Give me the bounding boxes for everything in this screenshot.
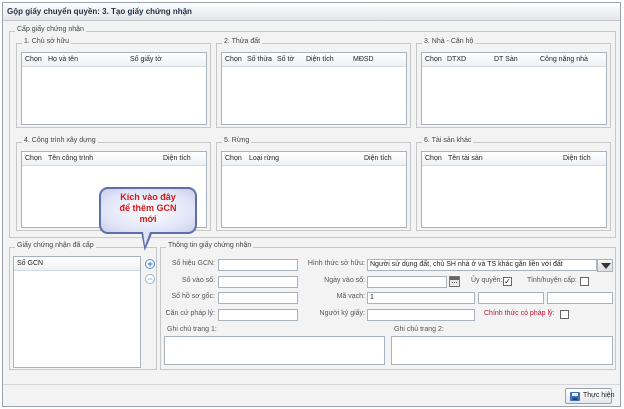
ghi-chu-1-textarea[interactable] — [164, 336, 385, 365]
ma-vach-input-2[interactable] — [478, 292, 544, 304]
col-chon[interactable]: Chọn — [25, 56, 42, 63]
so-vao-so-input[interactable] — [218, 276, 298, 288]
tinh-huyen-checkbox[interactable] — [580, 277, 589, 286]
col-dien-tich[interactable]: Diện tích — [563, 155, 591, 162]
grid-header: Chọn Số thửa Số tờ Diện tích MĐSD — [222, 53, 406, 67]
ma-vach-label: Mã vạch: — [336, 293, 365, 300]
callout-line-3: mới — [139, 214, 157, 224]
col-so-giay-to[interactable]: Số giấy tờ — [130, 56, 162, 63]
nha-can-ho-legend: 3. Nhà - Căn hộ — [422, 38, 476, 45]
callout-bubble: Kích vào đây để thêm GCN mới — [99, 187, 197, 234]
can-cu-input[interactable] — [218, 309, 298, 321]
rung-fieldset: 5. Rừng Chọn Loại rừng Diện tích — [216, 137, 411, 231]
calendar-icon[interactable] — [449, 276, 460, 287]
uy-quyen-checkbox[interactable]: ✓ — [503, 277, 512, 286]
tinh-huyen-label: Tỉnh/huyện cấp: — [527, 277, 577, 284]
chevron-down-icon[interactable] — [597, 259, 613, 272]
chu-so-huu-grid[interactable]: Chọn Họ và tên Số giấy tờ — [21, 52, 207, 125]
tai-san-khac-legend: 6. Tài sản khác — [422, 137, 474, 144]
uy-quyen-label: Ủy quyền: — [471, 277, 503, 284]
nguoi-ky-input[interactable] — [367, 309, 475, 321]
col-chon[interactable]: Chọn — [225, 56, 242, 63]
col-ho-va-ten[interactable]: Họ và tên — [48, 56, 78, 63]
ghi-chu-2-textarea[interactable] — [391, 336, 613, 365]
col-so-thua[interactable]: Số thửa — [247, 56, 272, 63]
thua-dat-legend: 2. Thửa đất — [222, 38, 263, 45]
col-chon[interactable]: Chọn — [425, 56, 442, 63]
hinh-thuc-select[interactable]: Người sử dụng đất, chủ SH nhà ở và TS kh… — [367, 259, 597, 271]
ngay-vao-so-label: Ngày vào sổ: — [324, 277, 365, 284]
thua-dat-fieldset: 2. Thửa đất Chọn Số thửa Số tờ Diện tích… — [216, 38, 411, 128]
chinh-thuc-label: Chính thức có pháp lý: — [484, 310, 555, 317]
thuc-hien-button[interactable]: Thực hiện — [565, 388, 615, 404]
nha-can-ho-grid[interactable]: Chọn DTXD DT Sàn Công năng nhà — [421, 52, 607, 125]
tai-san-khac-grid[interactable]: Chọn Tên tài sản Diện tích — [421, 151, 607, 228]
remove-gcn-icon[interactable]: − — [145, 274, 155, 284]
col-chon[interactable]: Chọn — [225, 155, 242, 162]
gcn-da-cap-legend: Giấy chứng nhận đã cấp — [15, 242, 96, 249]
gcn-da-cap-fieldset: Giấy chứng nhận đã cấp Số GCN + − — [9, 242, 157, 370]
so-ho-so-goc-label: Số hồ sơ gốc: — [171, 293, 215, 300]
add-gcn-icon[interactable]: + — [145, 259, 155, 269]
col-mdsd[interactable]: MĐSD — [353, 56, 374, 63]
so-vao-so-label: Số vào sổ: — [181, 277, 215, 284]
grid-header: Chọn Tên tài sản Diện tích — [422, 152, 606, 166]
so-hieu-label: Số hiệu GCN: — [171, 260, 215, 267]
cap-giay-legend: Cấp giấy chứng nhận — [15, 26, 86, 33]
nguoi-ky-label: Người ký giấy: — [319, 310, 365, 317]
so-ho-so-goc-input[interactable] — [218, 292, 298, 304]
hinh-thuc-label: Hình thức sở hữu: — [307, 260, 365, 267]
ma-vach-input[interactable]: 1 — [367, 292, 475, 304]
col-dien-tich[interactable]: Diện tích — [306, 56, 334, 63]
chu-so-huu-fieldset: 1. Chủ sở hữu Chọn Họ và tên Số giấy tờ — [16, 38, 211, 128]
tai-san-khac-fieldset: 6. Tài sản khác Chọn Tên tài sản Diện tí… — [416, 137, 611, 231]
ma-vach-input-3[interactable] — [547, 292, 613, 304]
thua-dat-grid[interactable]: Chọn Số thửa Số tờ Diện tích MĐSD — [221, 52, 407, 125]
cong-trinh-legend: 4. Công trình xây dựng — [22, 137, 98, 144]
col-chon[interactable]: Chọn — [425, 155, 442, 162]
grid-header: Chọn Tên công trình Diện tích — [22, 152, 206, 166]
window-title: Gộp giấy chuyển quyền: 3. Tạo giấy chứng… — [3, 3, 620, 21]
thuc-hien-label: Thực hiện — [583, 392, 615, 399]
col-dien-tich[interactable]: Diện tích — [163, 155, 191, 162]
col-so-to[interactable]: Số tờ — [277, 56, 294, 63]
can-cu-label: Căn cứ pháp lý: — [165, 310, 215, 317]
ngay-vao-so-input[interactable] — [367, 276, 447, 288]
grid-header: Số GCN — [14, 257, 140, 271]
col-chon[interactable]: Chọn — [25, 155, 42, 162]
nha-can-ho-fieldset: 3. Nhà - Căn hộ Chọn DTXD DT Sàn Công nă… — [416, 38, 611, 128]
rung-grid[interactable]: Chọn Loại rừng Diện tích — [221, 151, 407, 228]
col-ten-cong-trinh[interactable]: Tên công trình — [48, 155, 93, 162]
col-loai-rung[interactable]: Loại rừng — [249, 155, 279, 162]
rung-legend: 5. Rừng — [222, 137, 252, 144]
col-dien-tich[interactable]: Diện tích — [364, 155, 392, 162]
col-dt-san[interactable]: DT Sàn — [494, 56, 518, 63]
callout-line-2: để thêm GCN — [119, 203, 177, 213]
col-so-gcn[interactable]: Số GCN — [17, 260, 43, 267]
thong-tin-legend: Thông tin giấy chứng nhận — [166, 242, 254, 249]
chu-so-huu-legend: 1. Chủ sở hữu — [22, 38, 72, 45]
gcn-list[interactable]: Số GCN — [13, 256, 141, 368]
footer-divider — [3, 384, 620, 385]
grid-header: Chọn Họ và tên Số giấy tờ — [22, 53, 206, 67]
col-ten-tai-san[interactable]: Tên tài sản — [448, 155, 483, 162]
grid-header: Chọn DTXD DT Sàn Công năng nhà — [422, 53, 606, 67]
ghi-chu-2-label: Ghi chú trang 2: — [394, 326, 444, 333]
grid-header: Chọn Loại rừng Diện tích — [222, 152, 406, 166]
ghi-chu-1-label: Ghi chú trang 1: — [167, 326, 217, 333]
col-dtxd[interactable]: DTXD — [447, 56, 466, 63]
floppy-disk-icon — [570, 392, 580, 401]
chinh-thuc-checkbox[interactable] — [560, 310, 569, 319]
dialog-window: Gộp giấy chuyển quyền: 3. Tạo giấy chứng… — [2, 2, 621, 407]
col-cong-nang-nha[interactable]: Công năng nhà — [540, 56, 588, 63]
callout-line-1: Kích vào đây — [120, 192, 176, 202]
so-hieu-input[interactable] — [218, 259, 298, 271]
